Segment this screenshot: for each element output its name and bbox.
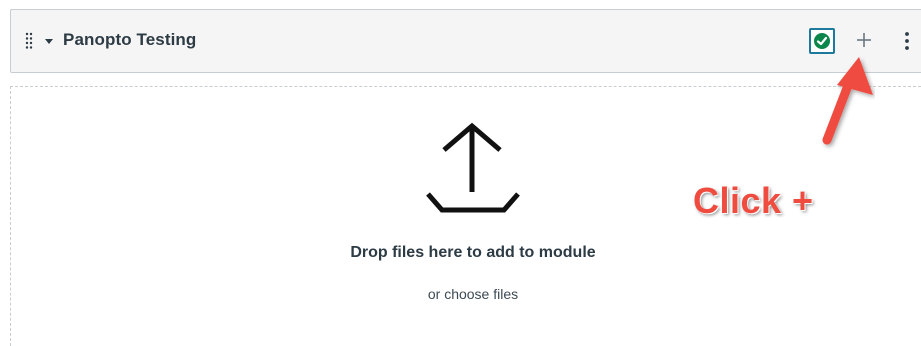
upload-icon [426, 122, 520, 213]
choose-files-link[interactable]: or choose files [0, 286, 921, 302]
drag-handle-icon[interactable] [25, 32, 33, 50]
module-header: Panopto Testing [10, 9, 921, 73]
dropzone-title: Drop files here to add to module [350, 244, 596, 261]
kebab-menu-icon[interactable] [901, 30, 913, 52]
add-item-button[interactable] [853, 29, 875, 51]
publish-button[interactable] [809, 28, 835, 54]
annotation-click-text: Click + [693, 180, 814, 221]
caret-down-icon[interactable] [44, 34, 54, 48]
module-title: Panopto Testing [63, 30, 197, 49]
annotation-arrow-icon [822, 57, 873, 145]
published-check-icon [814, 33, 830, 49]
